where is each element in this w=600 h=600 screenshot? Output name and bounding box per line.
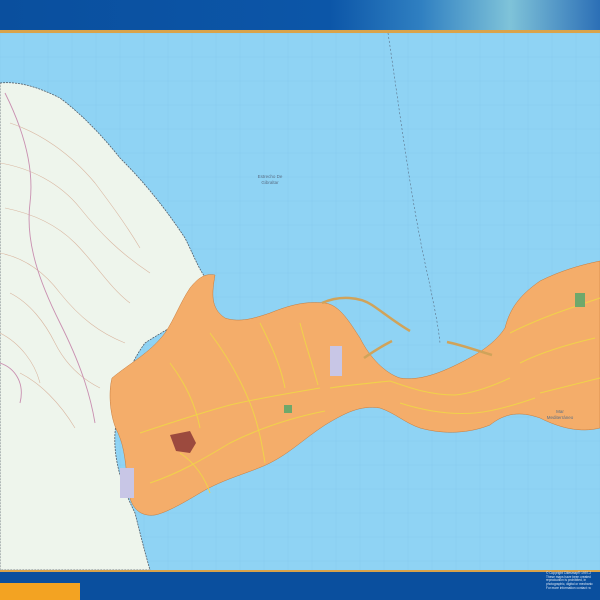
copyright-line: For more information contact: w: [546, 585, 591, 590]
map-svg[interactable]: Estrecho De Gibraltar Mar Mediterráneo: [0, 33, 600, 570]
bottom-accent-bar: [0, 583, 80, 600]
sea-label-line2: Mediterráneo: [547, 415, 574, 420]
copyright-notice: © Copyright Citiesmap® 1997-2 These maps …: [546, 571, 600, 591]
top-banner: [0, 0, 600, 30]
sea-label-line1: Mar: [556, 409, 564, 414]
bottom-banner: [0, 572, 600, 600]
map-poster: Estrecho De Gibraltar Mar Mediterráneo ©…: [0, 0, 600, 600]
map-canvas[interactable]: Estrecho De Gibraltar Mar Mediterráneo: [0, 33, 600, 570]
strait-label-line1: Estrecho De: [258, 174, 283, 179]
shipping-lane: [387, 33, 441, 344]
strait-label-line2: Gibraltar: [261, 180, 279, 185]
